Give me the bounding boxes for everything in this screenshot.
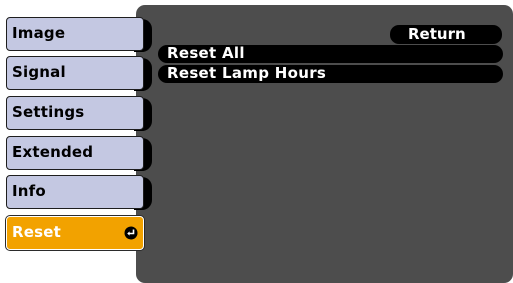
option-label: Reset All [167,44,245,62]
menu-item-info[interactable]: Info [6,175,152,211]
return-label: Return [408,25,466,43]
menu-item-reset[interactable]: Reset [6,216,146,252]
option-label: Reset Lamp Hours [167,64,327,82]
menu-item-label: Extended [12,143,94,161]
menu-item-label: Settings [12,103,85,121]
menu-item-settings[interactable]: Settings [6,96,152,132]
return-button[interactable]: Return [390,25,502,44]
menu-item-image[interactable]: Image [6,17,152,53]
menu-item-extended[interactable]: Extended [6,136,152,172]
menu-item-label: Signal [12,63,66,81]
reset-all-option[interactable]: Reset All [158,44,503,63]
menu-item-signal[interactable]: Signal [6,56,152,92]
enter-icon [124,226,138,240]
menu-item-label: Reset [12,223,61,241]
reset-lamp-hours-option[interactable]: Reset Lamp Hours [158,64,503,83]
menu-item-label: Image [12,24,66,42]
menu-item-label: Info [12,182,46,200]
